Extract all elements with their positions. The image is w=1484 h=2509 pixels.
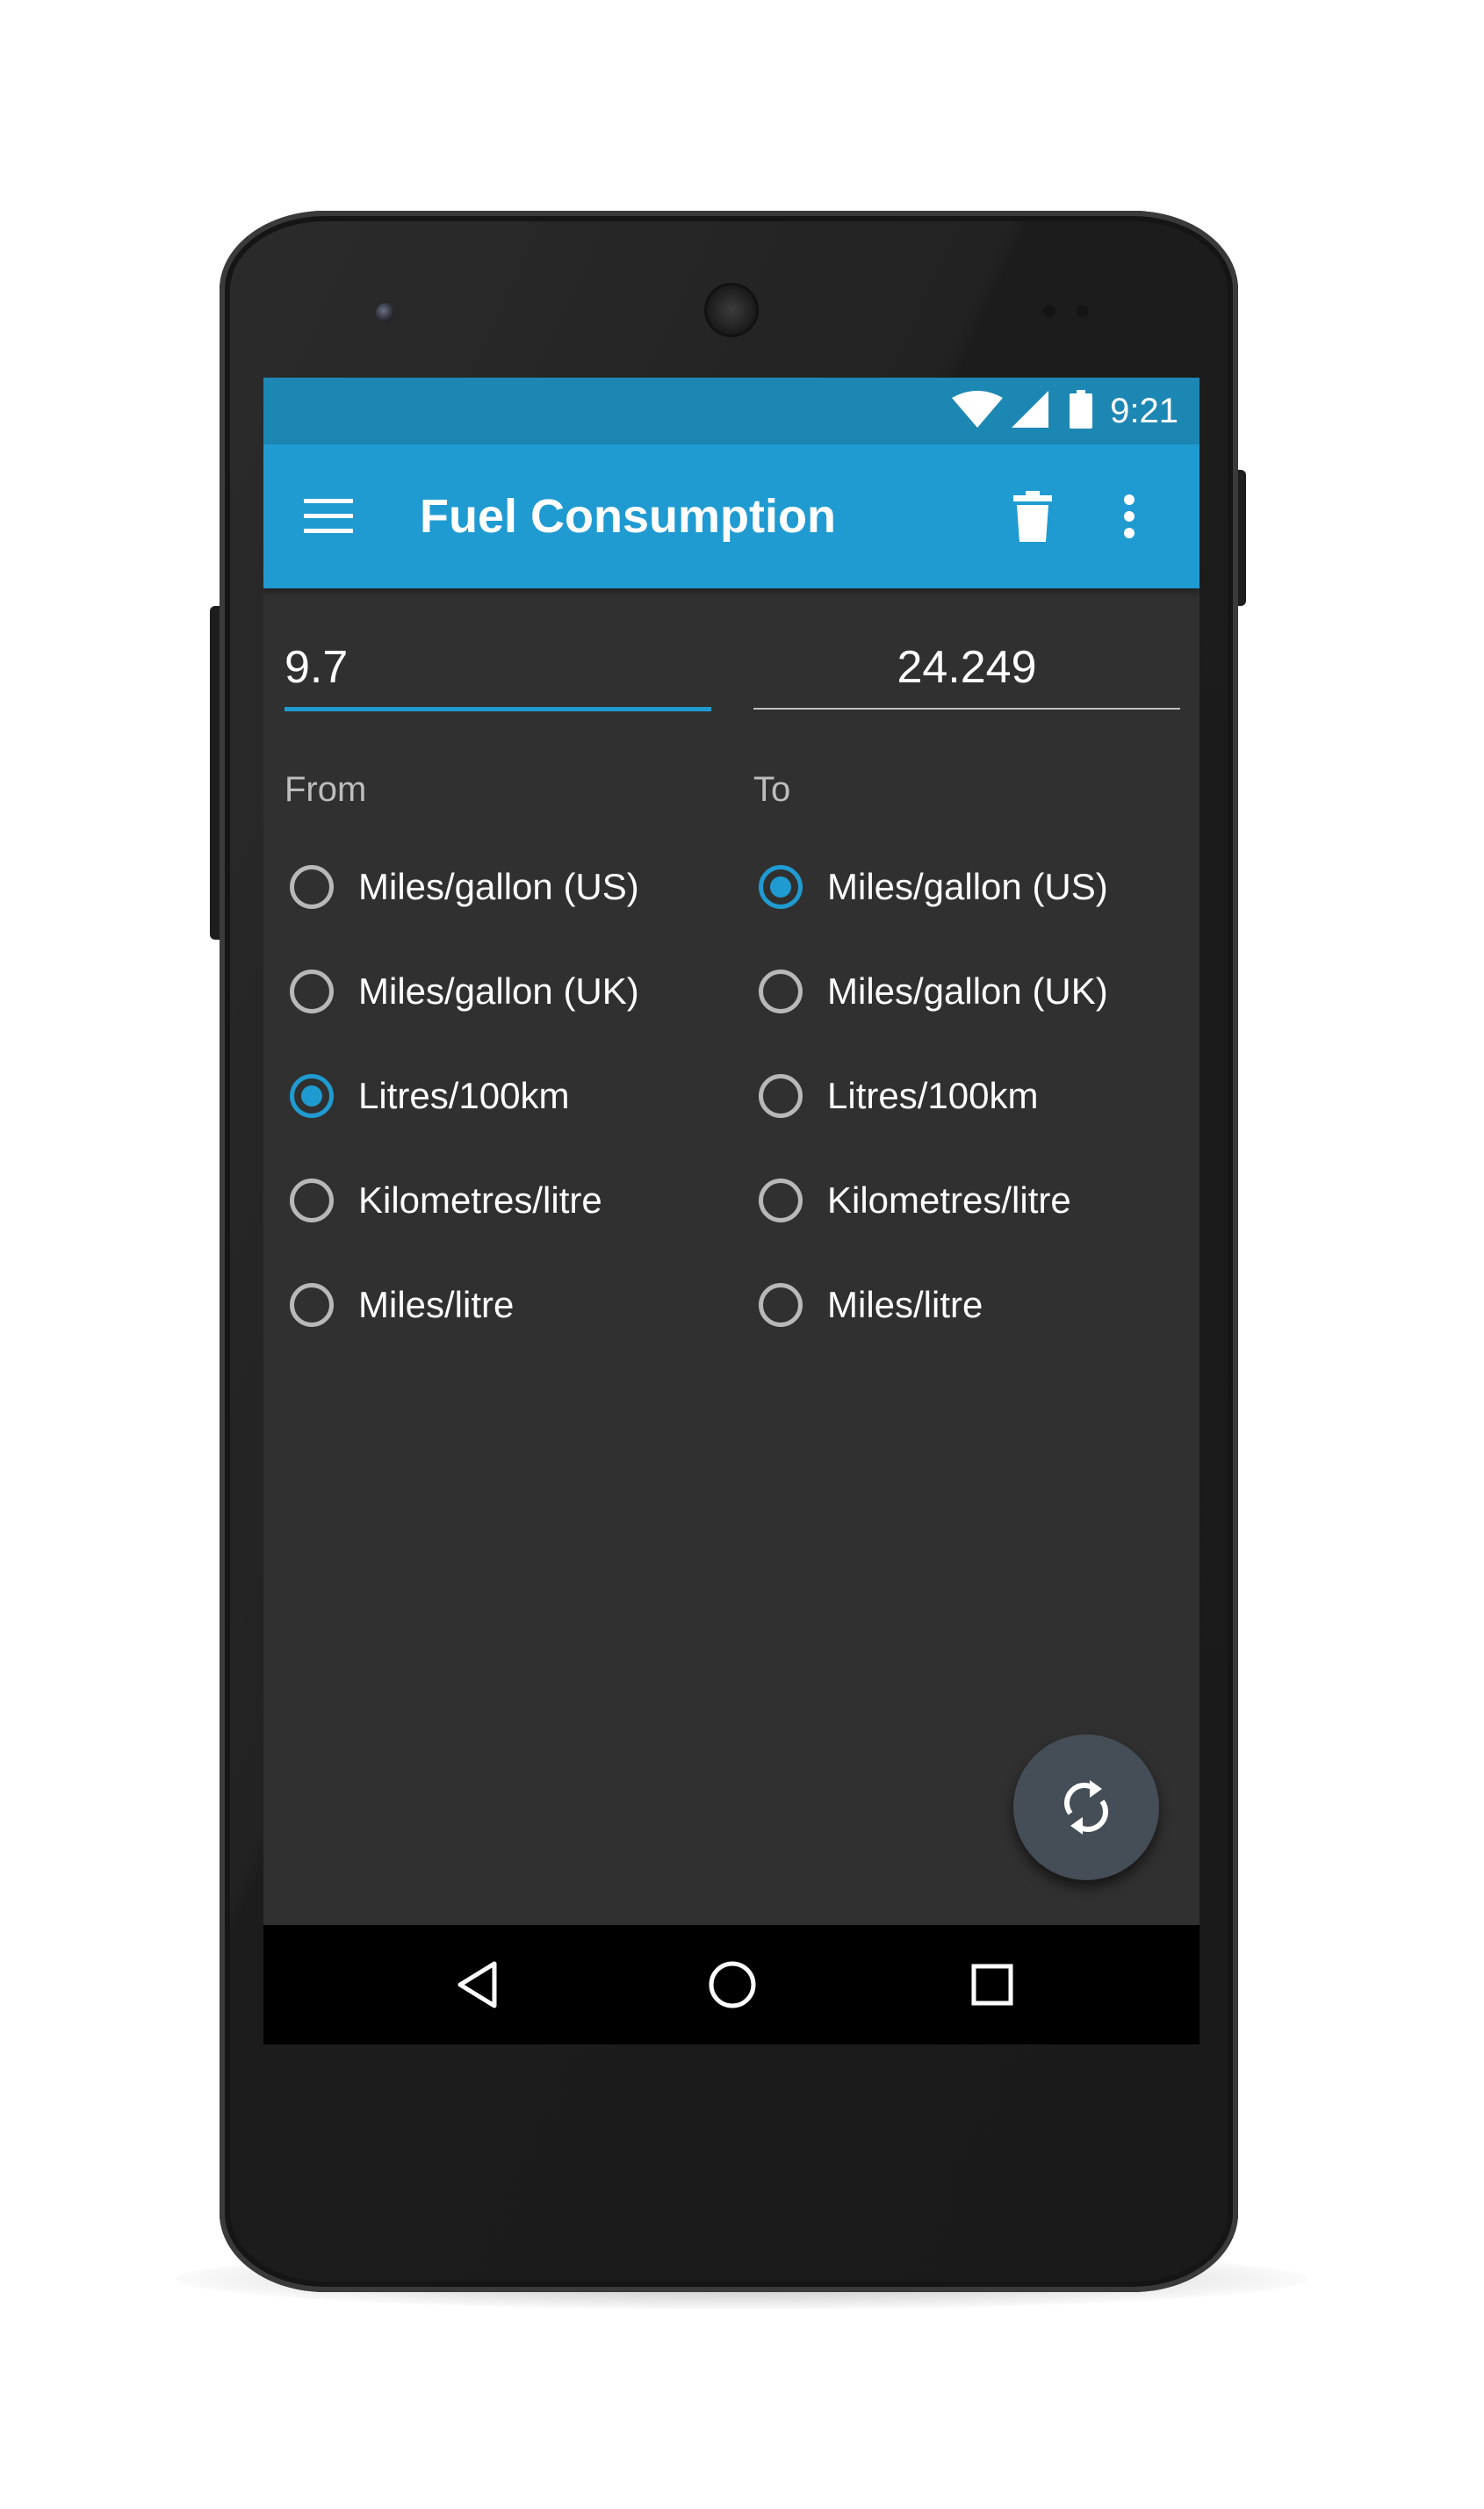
- to-option-miles-per-litre[interactable]: Miles/litre: [753, 1252, 1180, 1357]
- to-unit-radio-group: Miles/gallon (US) Miles/gallon (UK) Litr…: [753, 834, 1180, 1357]
- recents-square-icon: [971, 1964, 1013, 2006]
- back-button[interactable]: [443, 1950, 513, 2020]
- radio-button[interactable]: [290, 1178, 334, 1222]
- to-value-input[interactable]: [753, 632, 1180, 703]
- status-icons: [952, 389, 1092, 433]
- radio-label: Miles/gallon (UK): [827, 970, 1108, 1012]
- radio-button[interactable]: [759, 1073, 803, 1118]
- from-option-km-per-litre[interactable]: Kilometres/litre: [285, 1148, 711, 1252]
- light-sensor: [1077, 305, 1089, 317]
- from-unit-radio-group: Miles/gallon (US) Miles/gallon (UK) Litr…: [285, 834, 711, 1357]
- swap-sync-icon: [1064, 1780, 1108, 1835]
- delete-icon: [1013, 491, 1052, 542]
- radio-button[interactable]: [290, 864, 334, 909]
- radio-label: Miles/gallon (US): [827, 865, 1108, 907]
- to-option-mpg-us[interactable]: Miles/gallon (US): [753, 834, 1180, 939]
- from-input-underline: [285, 707, 711, 711]
- screen: 9:21 Fuel Consumption 9.7 From Miles/gal…: [263, 378, 1199, 2044]
- navigation-bar: [263, 1925, 1199, 2044]
- home-button[interactable]: [697, 1950, 767, 2020]
- radio-label: Litres/100km: [827, 1074, 1039, 1116]
- app-title: Fuel Consumption: [420, 490, 836, 543]
- from-value-input[interactable]: [285, 632, 711, 703]
- radio-button[interactable]: [290, 969, 334, 1013]
- radio-label: Miles/litre: [358, 1283, 515, 1325]
- radio-button-checked[interactable]: [759, 864, 803, 909]
- cell-signal-icon: [1012, 390, 1048, 432]
- to-option-km-per-litre[interactable]: Kilometres/litre: [753, 1148, 1180, 1252]
- radio-button[interactable]: [759, 1178, 803, 1222]
- to-option-mpg-uk[interactable]: Miles/gallon (UK): [753, 939, 1180, 1043]
- radio-label: Litres/100km: [358, 1074, 570, 1116]
- radio-button[interactable]: [759, 1282, 803, 1327]
- recents-button[interactable]: [957, 1950, 1027, 2020]
- radio-label: Kilometres/litre: [827, 1179, 1071, 1221]
- radio-button-checked[interactable]: [290, 1073, 334, 1118]
- radio-button[interactable]: [290, 1282, 334, 1327]
- swap-units-fab[interactable]: [1013, 1734, 1159, 1880]
- to-input-underline: [753, 708, 1180, 710]
- delete-button[interactable]: [1006, 488, 1059, 544]
- status-time: 9:21: [1110, 392, 1178, 430]
- from-option-litres-100km[interactable]: Litres/100km: [285, 1043, 711, 1148]
- radio-label: Miles/gallon (US): [358, 865, 639, 907]
- earpiece-speaker: [707, 285, 756, 335]
- from-label: From: [285, 770, 367, 809]
- to-option-litres-100km[interactable]: Litres/100km: [753, 1043, 1180, 1148]
- status-bar: 9:21: [263, 378, 1199, 444]
- from-option-mpg-uk[interactable]: Miles/gallon (UK): [285, 939, 711, 1043]
- back-triangle-icon: [457, 1961, 497, 2008]
- radio-label: Miles/gallon (UK): [358, 970, 639, 1012]
- home-circle-icon: [709, 1961, 756, 2008]
- radio-label: Miles/litre: [827, 1283, 983, 1325]
- from-option-miles-per-litre[interactable]: Miles/litre: [285, 1252, 711, 1357]
- overflow-menu-button[interactable]: [1112, 488, 1147, 544]
- wifi-icon: [952, 390, 1003, 432]
- radio-label: Kilometres/litre: [358, 1179, 602, 1221]
- proximity-sensor: [1043, 305, 1055, 317]
- radio-button[interactable]: [759, 969, 803, 1013]
- more-vert-icon: [1124, 494, 1135, 538]
- from-option-mpg-us[interactable]: Miles/gallon (US): [285, 834, 711, 939]
- front-camera: [376, 303, 395, 322]
- menu-button[interactable]: [304, 492, 353, 541]
- app-bar: Fuel Consumption: [263, 444, 1199, 588]
- to-label: To: [753, 770, 791, 809]
- menu-icon: [304, 499, 353, 533]
- battery-icon: [1070, 389, 1092, 433]
